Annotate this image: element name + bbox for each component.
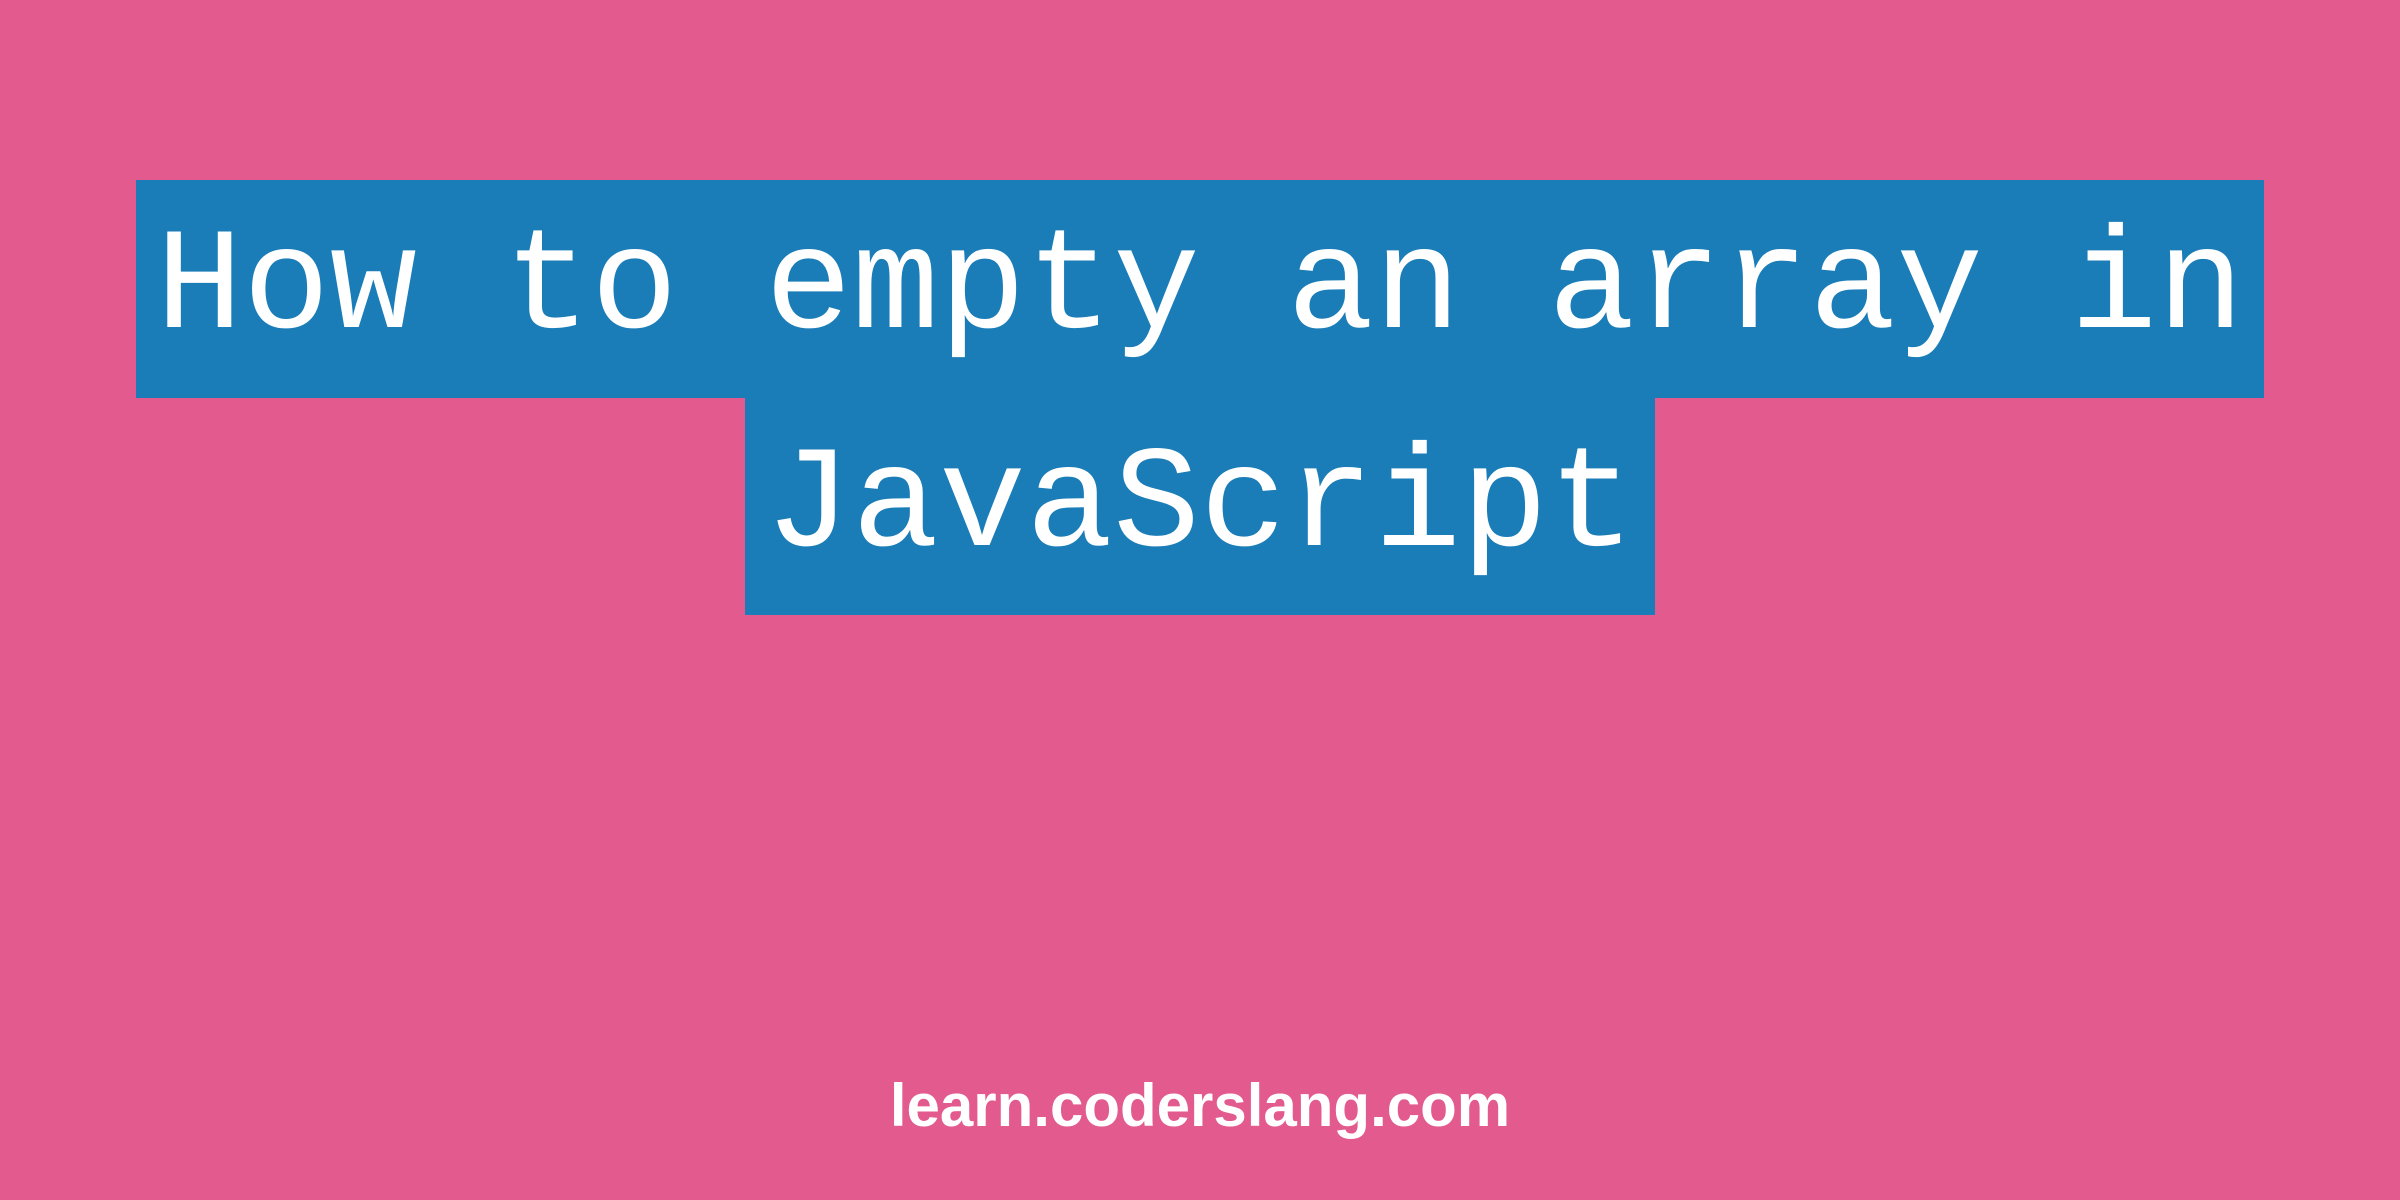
site-url: learn.coderslang.com <box>890 1071 1510 1140</box>
title-line-1: How to empty an array in <box>136 180 2264 398</box>
article-title: How to empty an array in JavaScript <box>136 180 2264 615</box>
title-line-2: JavaScript <box>745 398 1655 616</box>
